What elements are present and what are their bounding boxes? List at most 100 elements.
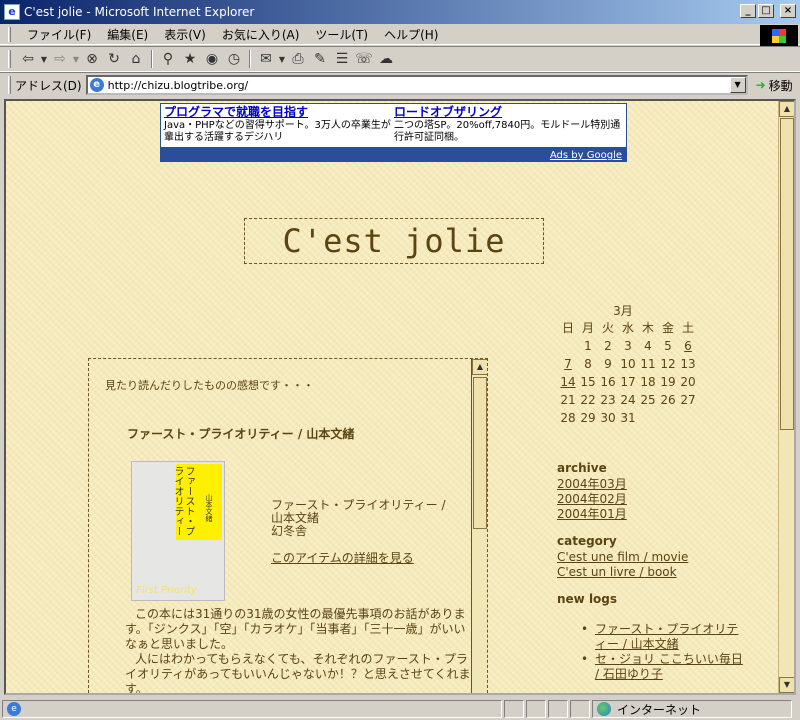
calendar-day: 5: [664, 339, 672, 353]
archive-link[interactable]: 2004年01月: [557, 507, 747, 522]
address-url[interactable]: http://chizu.blogtribe.org/: [108, 79, 249, 92]
calendar-weekday: 水: [621, 321, 634, 335]
windows-logo-icon: [772, 28, 786, 43]
mail-icon[interactable]: ✉: [255, 49, 277, 69]
calendar-weekday: 日: [561, 321, 574, 335]
edit-icon[interactable]: ✎: [309, 49, 331, 69]
calendar-day: 27: [680, 393, 696, 407]
page-scroll-thumb[interactable]: [780, 118, 794, 430]
back-dropdown-icon[interactable]: ▼: [39, 49, 49, 69]
calendar-day: 19: [660, 375, 676, 389]
forward-icon[interactable]: ⇨: [49, 49, 71, 69]
menu-favorites[interactable]: お気に入り(A): [214, 26, 308, 43]
newlog-link[interactable]: セ・ジョリ ここちいい毎日 / 石田ゆり子: [581, 652, 747, 682]
media-icon[interactable]: ◉: [201, 49, 223, 69]
close-button[interactable]: ×: [780, 4, 796, 18]
status-pane: [548, 700, 568, 718]
page-scrollbar[interactable]: ▲ ▼: [778, 101, 794, 693]
calendar-day-link[interactable]: 6: [678, 337, 698, 355]
calendar-weekday: 月: [581, 321, 594, 335]
calendar-day: 11: [640, 357, 656, 371]
scroll-down-icon[interactable]: ▼: [779, 677, 794, 693]
category-link[interactable]: C'est un livre / book: [557, 565, 747, 580]
search-icon[interactable]: ⚲: [157, 49, 179, 69]
archive-section: archive 2004年03月 2004年02月 2004年01月: [557, 461, 747, 522]
maximize-button[interactable]: □: [758, 4, 774, 18]
calendar-day: 23: [600, 393, 616, 407]
book-cover-image[interactable]: ファースト・プライオリティー 山本文緒 First Priority: [131, 461, 225, 601]
book-cover-author: 山本文緒: [205, 494, 213, 522]
discuss-icon[interactable]: ☰: [331, 49, 353, 69]
menubar-grip[interactable]: [8, 26, 11, 42]
ad-text: Java・PHPなどの習得サポート。3万人の卒業生が輩出する活躍するデジハリ: [164, 120, 391, 143]
calendar-week: 14 15 16 17 18 19 20: [558, 373, 708, 391]
book-cover-english: First Priority: [136, 585, 197, 596]
menu-tools[interactable]: ツール(T): [307, 26, 376, 43]
research-icon[interactable]: ☁: [375, 49, 397, 69]
archive-link[interactable]: 2004年02月: [557, 492, 747, 507]
frame-scroll-up-icon[interactable]: ▲: [472, 359, 487, 375]
calendar-day: [558, 337, 578, 355]
sidebar: archive 2004年03月 2004年02月 2004年01月 categ…: [557, 461, 747, 693]
calendar-day-link[interactable]: 7: [558, 355, 578, 373]
calendar-day-link[interactable]: 14: [558, 373, 578, 391]
addressbar-grip[interactable]: [8, 76, 11, 94]
post-paragraph: 人にはわかってもらえなくても、それぞれのファースト・プライオリティがあってもいい…: [125, 652, 471, 695]
address-dropdown-icon[interactable]: ▼: [729, 77, 746, 93]
main-content-frame: 見たり読んだりしたものの感想です・・・ ファースト・プライオリティー / 山本文…: [88, 358, 488, 695]
history-icon[interactable]: ◷: [223, 49, 245, 69]
print-icon[interactable]: ⎙: [287, 49, 309, 69]
archive-heading: archive: [557, 461, 607, 475]
status-pane: [504, 700, 524, 718]
ad-item: プログラマで就職を目指す Java・PHPなどの習得サポート。3万人の卒業生が輩…: [164, 105, 394, 144]
item-detail-link[interactable]: このアイテムの詳細を見る: [271, 552, 446, 565]
calendar-day: 12: [660, 357, 676, 371]
forward-dropdown-icon[interactable]: ▼: [71, 49, 81, 69]
archive-link[interactable]: 2004年03月: [557, 477, 747, 492]
favorites-icon[interactable]: ★: [179, 49, 201, 69]
calendar-day: 21: [560, 393, 576, 407]
ad-title-link[interactable]: プログラマで就職を目指す: [164, 105, 394, 120]
ad-title-link[interactable]: ロードオブザリング: [394, 105, 624, 120]
post-title[interactable]: ファースト・プライオリティー / 山本文緒: [127, 425, 354, 442]
blog-title[interactable]: C'est jolie: [244, 218, 544, 264]
refresh-icon[interactable]: ↻: [103, 49, 125, 69]
window-title: C'est jolie - Microsoft Internet Explore…: [24, 5, 255, 19]
home-icon[interactable]: ⌂: [125, 49, 147, 69]
calendar-day: 1: [584, 339, 592, 353]
calendar-day: [658, 409, 678, 427]
scroll-up-icon[interactable]: ▲: [779, 101, 794, 117]
frame-scrollbar[interactable]: ▲: [471, 359, 487, 693]
calendar-weekday: 金: [661, 321, 674, 335]
ad-footer: Ads by Google: [161, 147, 626, 161]
stop-icon[interactable]: ⊗: [81, 49, 103, 69]
toolbar-separator: [249, 50, 251, 68]
menu-help[interactable]: ヘルプ(H): [376, 26, 446, 43]
address-input[interactable]: e http://chizu.blogtribe.org/ ▼: [85, 75, 748, 95]
newlogs-list: ファースト・プライオリティー / 山本文緒 セ・ジョリ ここちいい毎日 / 石田…: [557, 622, 747, 682]
status-message-pane: e: [2, 700, 502, 718]
menu-view[interactable]: 表示(V): [156, 26, 214, 43]
toolbar-grip[interactable]: [8, 50, 11, 68]
category-section: category C'est une film / movie C'est un…: [557, 534, 747, 580]
toolbar-separator: [151, 50, 153, 68]
ads-by-google-link[interactable]: Ads by Google: [550, 150, 622, 161]
frame-scroll-thumb[interactable]: [473, 377, 487, 529]
mail-dropdown-icon[interactable]: ▼: [277, 49, 287, 69]
title-bar: e C'est jolie - Microsoft Internet Explo…: [0, 0, 800, 24]
minimize-button[interactable]: _: [740, 4, 756, 18]
calendar-day: 18: [640, 375, 656, 389]
calendar-day: [638, 409, 658, 427]
messenger-icon[interactable]: ☏: [353, 49, 375, 69]
calendar-day: 30: [600, 411, 616, 425]
category-link[interactable]: C'est une film / movie: [557, 550, 747, 565]
book-cover-title: ファースト・プライオリティー: [172, 466, 194, 536]
back-icon[interactable]: ⇦: [17, 49, 39, 69]
menu-edit[interactable]: 編集(E): [99, 26, 156, 43]
newlog-link[interactable]: ファースト・プライオリティー / 山本文緒: [581, 622, 747, 652]
calendar-day: 9: [604, 357, 612, 371]
go-button[interactable]: ➜ 移動: [756, 77, 793, 94]
menu-file[interactable]: ファイル(F): [19, 26, 99, 43]
calendar-day: 31: [620, 411, 636, 425]
category-heading: category: [557, 534, 617, 548]
